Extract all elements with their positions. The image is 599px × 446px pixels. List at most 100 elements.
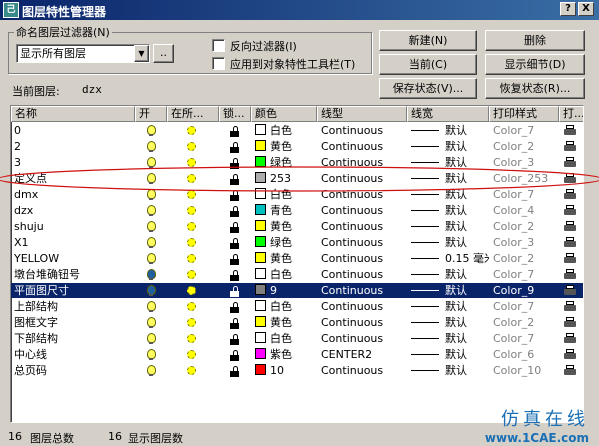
column-header-color[interactable]: 颜色 [251, 106, 317, 122]
lock-open-icon[interactable] [230, 334, 240, 345]
printer-icon[interactable] [564, 269, 576, 280]
help-button[interactable]: ? [560, 2, 576, 16]
layer-list[interactable]: 名称 开 在所... 锁... 颜色 线型 线宽 打印样式 打... 0 白色 Co… [10, 105, 584, 423]
column-header-linetype[interactable]: 线型 [317, 106, 407, 122]
lightbulb-on-icon[interactable] [147, 317, 156, 328]
lightbulb-on-icon[interactable] [147, 365, 156, 376]
column-header-freeze[interactable]: 在所... [167, 106, 219, 122]
layer-lineweight[interactable]: 默认 [411, 235, 489, 250]
layer-lineweight[interactable]: 默认 [411, 363, 489, 378]
filter-dialog-button[interactable]: .. [153, 44, 174, 63]
layer-lineweight[interactable]: 默认 [411, 267, 489, 282]
layer-lineweight[interactable]: 默认 [411, 283, 489, 298]
lock-open-icon[interactable] [230, 270, 240, 281]
lock-open-icon[interactable] [230, 350, 240, 361]
layer-row[interactable]: X1 绿色 Continuous 默认 Color_3 [11, 235, 583, 250]
layer-lineweight[interactable]: 默认 [411, 347, 489, 362]
printer-icon[interactable] [564, 349, 576, 360]
layer-filter-select[interactable]: 显示所有图层 [16, 44, 150, 63]
column-header-plotstyle[interactable]: 打印样式 [489, 106, 559, 122]
layer-row[interactable]: 中心线 紫色 CENTER2 默认 Color_6 [11, 347, 583, 362]
printer-icon[interactable] [564, 365, 576, 376]
layer-lineweight[interactable]: 默认 [411, 315, 489, 330]
sun-icon[interactable] [187, 318, 196, 327]
lock-open-icon[interactable] [230, 222, 240, 233]
layer-color[interactable]: 黄色 [255, 251, 317, 266]
layer-color[interactable]: 青色 [255, 203, 317, 218]
layer-row[interactable]: dzx 青色 Continuous 默认 Color_4 [11, 203, 583, 218]
lock-open-icon[interactable] [230, 302, 240, 313]
layer-lineweight[interactable]: 默认 [411, 331, 489, 346]
layer-lineweight[interactable]: 默认 [411, 203, 489, 218]
layer-lineweight[interactable]: 默认 [411, 123, 489, 138]
layer-lineweight[interactable]: 0.15 毫米 [411, 251, 489, 266]
layer-linetype[interactable]: Continuous [321, 219, 407, 234]
lock-open-icon[interactable] [230, 238, 240, 249]
lightbulb-on-icon[interactable] [147, 301, 156, 312]
printer-icon[interactable] [564, 285, 576, 296]
new-layer-button[interactable]: 新建(N) [379, 30, 477, 51]
layer-row[interactable]: 总页码 10 Continuous 默认 Color_10 [11, 363, 583, 378]
sun-icon[interactable] [187, 334, 196, 343]
lightbulb-off-icon[interactable] [147, 285, 156, 296]
layer-lineweight[interactable]: 默认 [411, 219, 489, 234]
column-header-name[interactable]: 名称 [11, 106, 135, 122]
restore-state-button[interactable]: 恢复状态(R)... [485, 78, 585, 99]
column-header-lock[interactable]: 锁... [219, 106, 251, 122]
sun-icon[interactable] [187, 350, 196, 359]
printer-icon[interactable] [564, 317, 576, 328]
layer-color[interactable]: 黄色 [255, 315, 317, 330]
lightbulb-off-icon[interactable] [147, 269, 156, 280]
layer-linetype[interactable]: Continuous [321, 267, 407, 282]
printer-icon[interactable] [564, 141, 576, 152]
layer-color[interactable]: 10 [255, 363, 317, 378]
layer-linetype[interactable]: Continuous [321, 363, 407, 378]
delete-layer-button[interactable]: 删除 [485, 30, 585, 51]
sun-icon[interactable] [187, 254, 196, 263]
layer-row[interactable]: 平面图尺寸 9 Continuous 默认 Color_9 [11, 283, 583, 298]
printer-icon[interactable] [564, 253, 576, 264]
layer-row[interactable]: 图框文字 黄色 Continuous 默认 Color_2 [11, 315, 583, 330]
sun-icon[interactable] [187, 270, 196, 279]
column-header-on[interactable]: 开 [135, 106, 167, 122]
layer-color[interactable]: 白色 [255, 299, 317, 314]
layer-color[interactable]: 黄色 [255, 139, 317, 154]
column-header-lineweight[interactable]: 线宽 [407, 106, 489, 122]
lightbulb-on-icon[interactable] [147, 237, 156, 248]
printer-icon[interactable] [564, 125, 576, 136]
set-current-button[interactable]: 当前(C) [379, 54, 477, 75]
chevron-down-icon[interactable]: ▼ [134, 45, 149, 62]
layer-row[interactable]: 墩台堆确钮号 白色 Continuous 默认 Color_7 [11, 267, 583, 282]
sun-icon[interactable] [187, 286, 196, 295]
layer-color[interactable]: 绿色 [255, 235, 317, 250]
layer-color[interactable]: 9 [255, 283, 317, 298]
lightbulb-on-icon[interactable] [147, 253, 156, 264]
layer-row[interactable]: 下部结构 白色 Continuous 默认 Color_7 [11, 331, 583, 346]
sun-icon[interactable] [187, 142, 196, 151]
layer-row[interactable]: 0 白色 Continuous 默认 Color_7 [11, 123, 583, 138]
sun-icon[interactable] [187, 206, 196, 215]
printer-icon[interactable] [564, 237, 576, 248]
lightbulb-on-icon[interactable] [147, 125, 156, 136]
layer-linetype[interactable]: Continuous [321, 331, 407, 346]
layer-row[interactable]: 2 黄色 Continuous 默认 Color_2 [11, 139, 583, 154]
lightbulb-on-icon[interactable] [147, 205, 156, 216]
invert-filter-checkbox[interactable] [212, 39, 225, 52]
column-header-plot[interactable]: 打... [559, 106, 583, 122]
layer-row[interactable]: YELLOW 黄色 Continuous 0.15 毫米 Color_2 [11, 251, 583, 266]
layer-linetype[interactable]: Continuous [321, 315, 407, 330]
layer-color[interactable]: 黄色 [255, 219, 317, 234]
printer-icon[interactable] [564, 333, 576, 344]
printer-icon[interactable] [564, 205, 576, 216]
lightbulb-on-icon[interactable] [147, 141, 156, 152]
save-state-button[interactable]: 保存状态(V)... [379, 78, 477, 99]
layer-linetype[interactable]: CENTER2 [321, 347, 407, 362]
sun-icon[interactable] [187, 366, 196, 375]
layer-linetype[interactable]: Continuous [321, 299, 407, 314]
layer-lineweight[interactable]: 默认 [411, 299, 489, 314]
sun-icon[interactable] [187, 126, 196, 135]
lock-open-icon[interactable] [230, 142, 240, 153]
layer-linetype[interactable]: Continuous [321, 139, 407, 154]
lock-open-icon[interactable] [230, 318, 240, 329]
layer-color[interactable]: 白色 [255, 267, 317, 282]
